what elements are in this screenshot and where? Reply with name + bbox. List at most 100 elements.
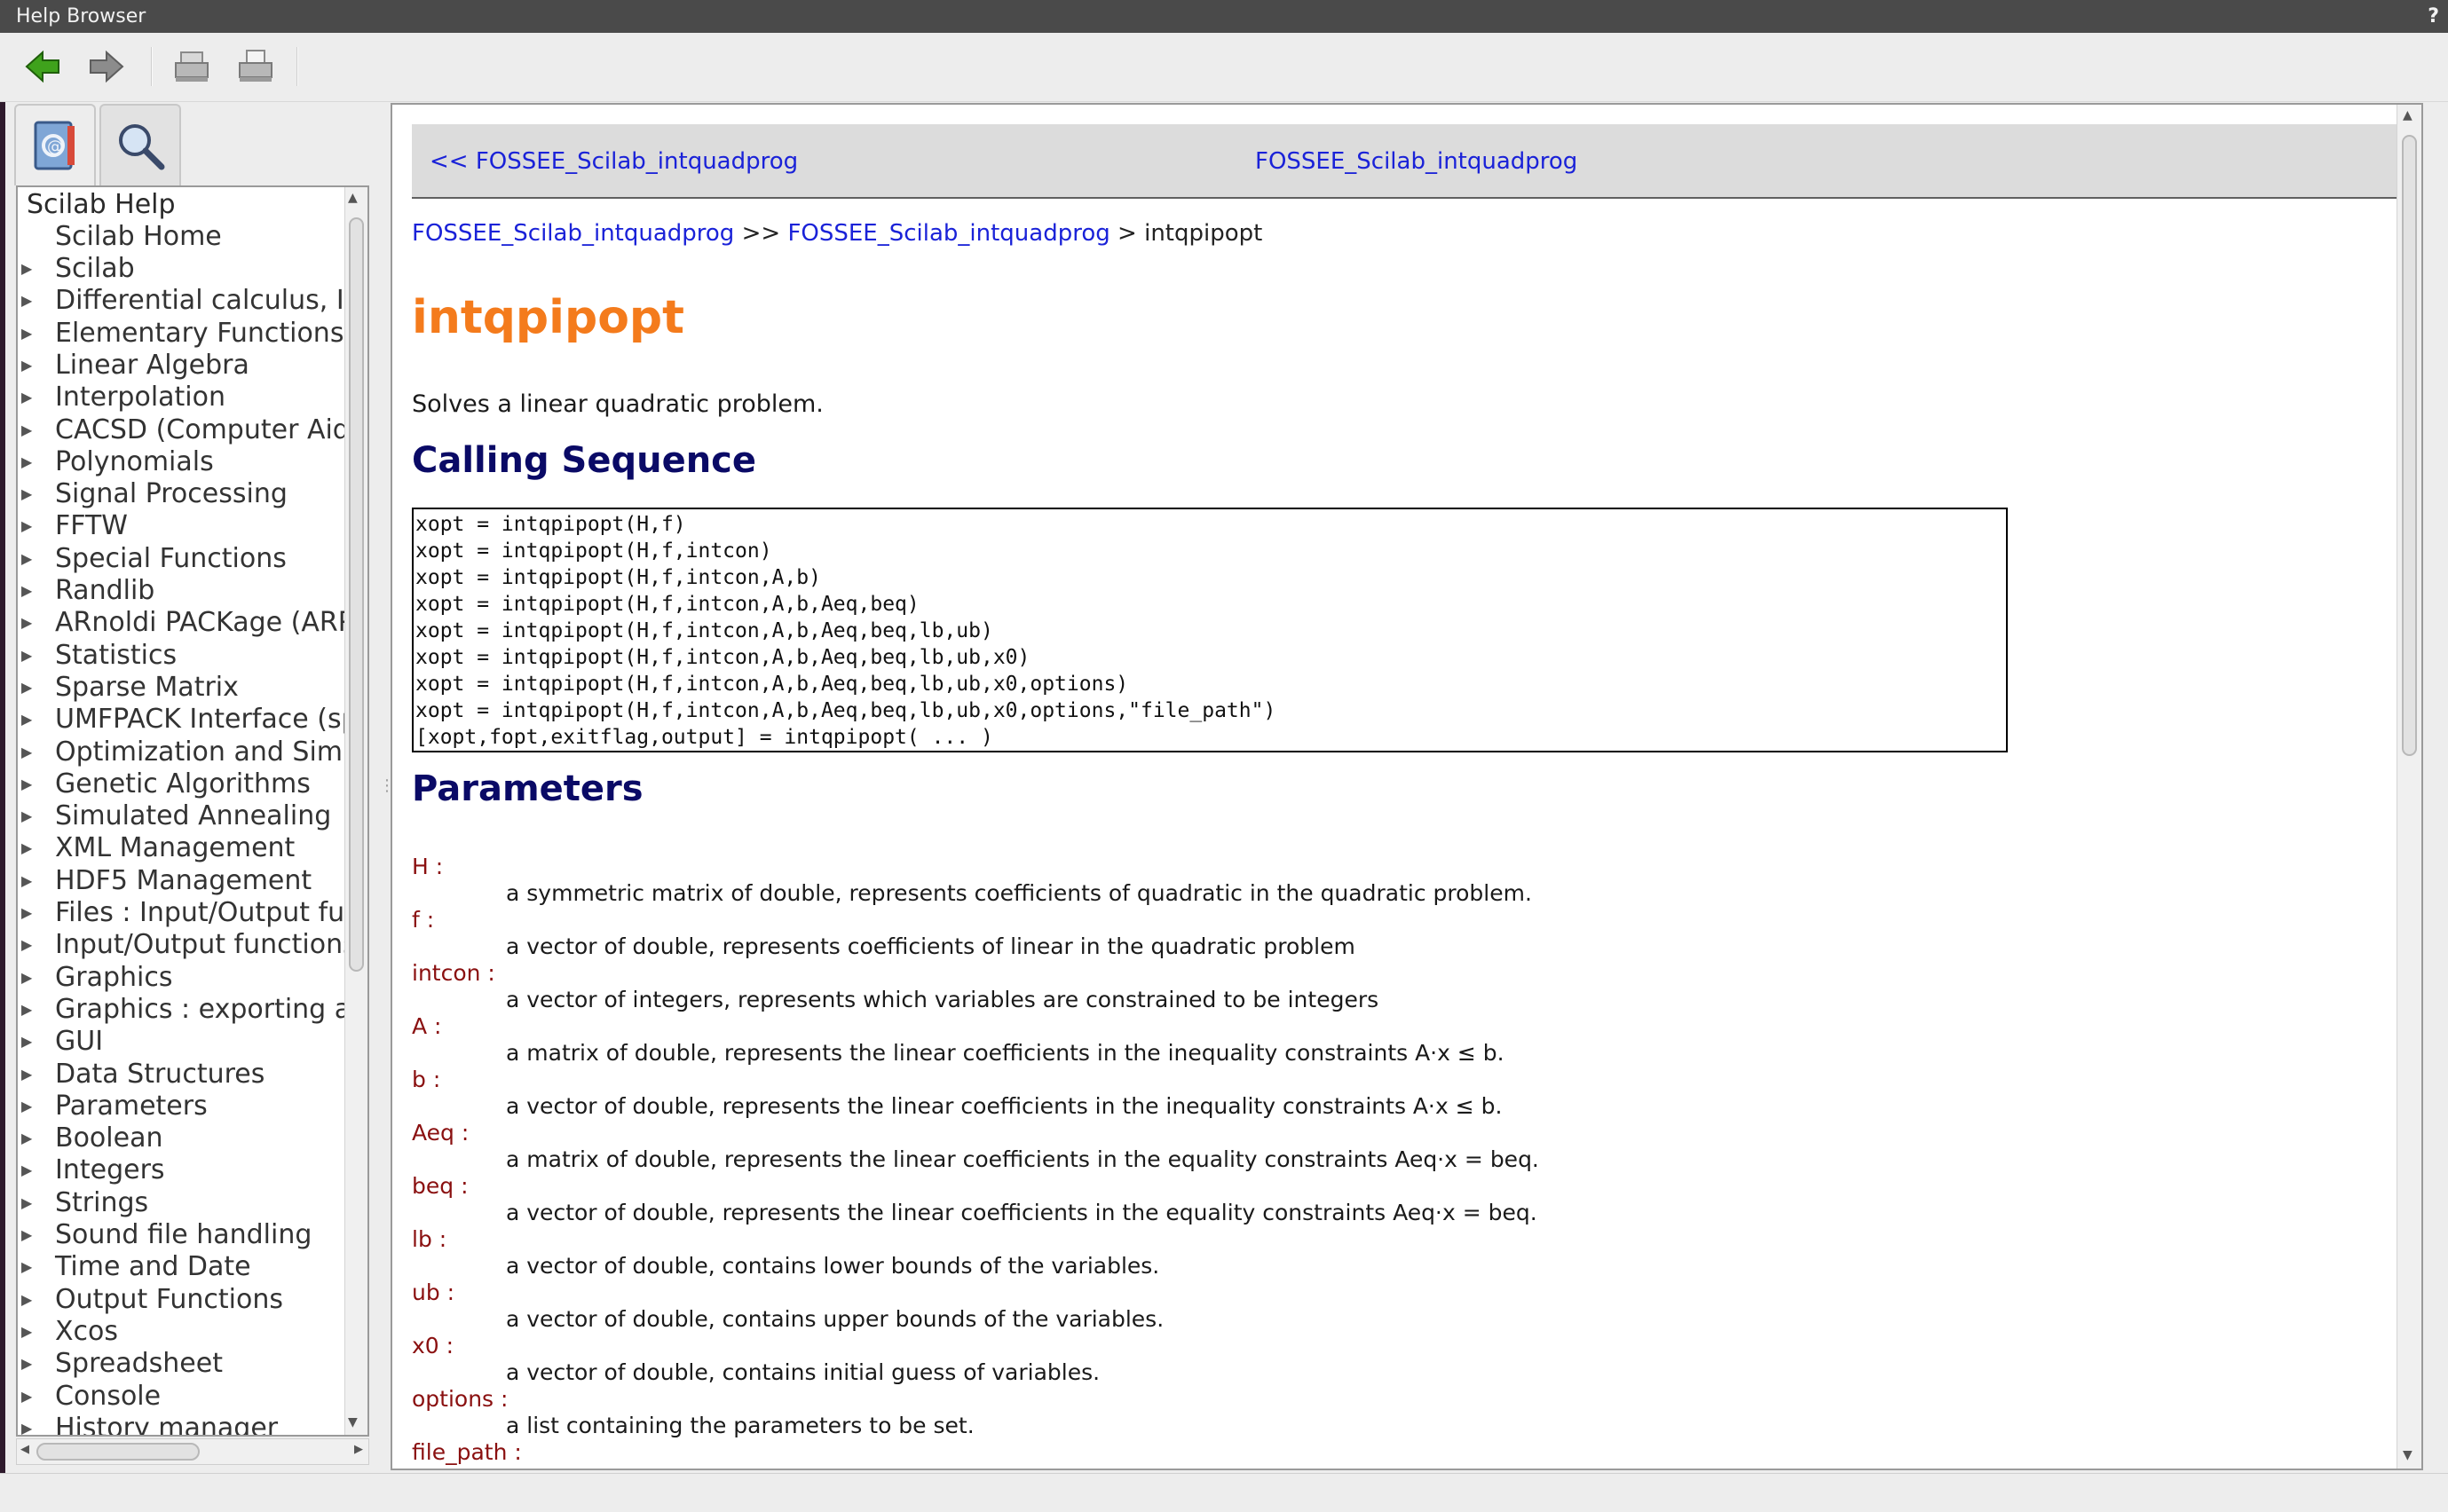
expand-arrow-icon[interactable]: ▶ xyxy=(21,832,32,864)
panel-splitter[interactable]: ⋮ xyxy=(375,102,395,1471)
tree-root[interactable]: Scilab Help xyxy=(27,189,176,221)
parameter-name: A : xyxy=(412,1013,442,1039)
scroll-up-icon[interactable]: ▲ xyxy=(348,191,358,205)
expand-arrow-icon[interactable]: ▶ xyxy=(21,1154,32,1186)
help-tree: Scilab Help Scilab Home ▶ Scilab ▶ Differenti… xyxy=(16,185,369,1437)
expand-arrow-icon[interactable]: ▶ xyxy=(21,414,32,446)
parameter-name: lb : xyxy=(412,1226,447,1252)
parameter-name: options : xyxy=(412,1386,509,1412)
parameter-name: intcon : xyxy=(412,960,495,986)
tree-item-label: Input/Output functions xyxy=(55,929,346,961)
expand-arrow-icon[interactable]: ▶ xyxy=(21,478,32,510)
expand-arrow-icon[interactable]: ▶ xyxy=(21,897,32,929)
scroll-down-icon[interactable]: ▼ xyxy=(348,1415,358,1429)
expand-arrow-icon[interactable]: ▶ xyxy=(21,543,32,575)
tree-item-label: Files : Input/Output func xyxy=(55,897,346,928)
tree-item-label: Genetic Algorithms xyxy=(55,768,311,799)
breadcrumb-link[interactable]: FOSSEE_Scilab_intquadprog xyxy=(412,220,734,247)
content-vertical-scroll-thumb[interactable] xyxy=(2402,135,2417,756)
tree-vertical-scrollbar[interactable]: ▲ ▼ xyxy=(344,187,367,1435)
tree-item-label: Sound file handling xyxy=(55,1219,312,1250)
breadcrumb-separator: >> xyxy=(734,220,788,247)
printer-icon xyxy=(175,51,209,82)
scroll-right-icon[interactable]: ▶ xyxy=(354,1443,363,1456)
parameter-description: a vector of double, contains initial gue… xyxy=(506,1359,1101,1385)
expand-arrow-icon[interactable]: ▶ xyxy=(21,768,32,800)
print-button[interactable] xyxy=(167,43,217,90)
code-line: xopt = intqpipopt(H,f) xyxy=(415,513,686,536)
window-help-button[interactable]: ? xyxy=(2428,0,2439,33)
previous-page-link[interactable]: << FOSSEE_Scilab_intquadprog xyxy=(430,124,798,199)
tree-horizontal-scroll-thumb[interactable] xyxy=(36,1443,200,1461)
tree-vertical-scroll-thumb[interactable] xyxy=(349,217,364,972)
tree-content: Scilab Help Scilab Home ▶ Scilab ▶ Differenti… xyxy=(18,187,346,1435)
expand-arrow-icon[interactable]: ▶ xyxy=(21,1284,32,1316)
tree-item-label: Randlib xyxy=(55,575,155,606)
expand-arrow-icon[interactable]: ▶ xyxy=(21,382,32,413)
expand-arrow-icon[interactable]: ▶ xyxy=(21,1026,32,1058)
expand-arrow-icon[interactable]: ▶ xyxy=(21,446,32,478)
help-content-pane: << FOSSEE_Scilab_intquadprog FOSSEE_Scil… xyxy=(391,103,2423,1470)
scroll-left-icon[interactable]: ◀ xyxy=(20,1443,29,1456)
expand-arrow-icon[interactable]: ▶ xyxy=(21,1348,32,1380)
expand-arrow-icon[interactable]: ▶ xyxy=(21,1091,32,1122)
tree-item-label: Polynomials xyxy=(55,445,214,477)
expand-arrow-icon[interactable]: ▶ xyxy=(21,1381,32,1413)
parameter-name: H : xyxy=(412,854,444,879)
toolbar xyxy=(0,33,2448,102)
tree-item-label: Differential calculus, Inte xyxy=(55,285,346,317)
parameter-name: Aeq : xyxy=(412,1120,470,1146)
content-vertical-scrollbar[interactable]: ▲ ▼ xyxy=(2397,105,2421,1469)
expand-arrow-icon[interactable]: ▶ xyxy=(21,285,32,317)
forward-arrow-icon xyxy=(90,50,124,83)
expand-arrow-icon[interactable]: ▶ xyxy=(21,865,32,897)
page-setup-button[interactable] xyxy=(231,43,280,90)
scroll-up-icon[interactable]: ▲ xyxy=(2403,108,2412,122)
title-bar: Help Browser ? xyxy=(0,0,2448,33)
code-line: xopt = intqpipopt(H,f,intcon,A,b,Aeq,beq… xyxy=(415,646,1031,669)
expand-arrow-icon[interactable]: ▶ xyxy=(21,1219,32,1251)
breadcrumb-separator: > xyxy=(1109,220,1145,247)
tab-search[interactable] xyxy=(99,104,181,185)
tree-item-label: Special Functions xyxy=(55,542,287,574)
expand-arrow-icon[interactable]: ▶ xyxy=(21,640,32,672)
breadcrumb-link[interactable]: FOSSEE_Scilab_intquadprog xyxy=(787,220,1109,247)
expand-arrow-icon[interactable]: ▶ xyxy=(21,962,32,994)
expand-arrow-icon[interactable]: ▶ xyxy=(21,800,32,832)
expand-arrow-icon[interactable]: ▶ xyxy=(21,1187,32,1219)
expand-arrow-icon[interactable]: ▶ xyxy=(21,704,32,736)
expand-arrow-icon[interactable]: ▶ xyxy=(21,1122,32,1154)
expand-arrow-icon[interactable]: ▶ xyxy=(21,350,32,382)
expand-arrow-icon[interactable]: ▶ xyxy=(21,575,32,607)
calling-sequence-code: xopt = intqpipopt(H,f) xopt = intqpipopt(… xyxy=(412,508,2008,752)
tree-item-label: Linear Algebra xyxy=(55,349,249,381)
expand-arrow-icon[interactable]: ▶ xyxy=(21,253,32,285)
back-button[interactable] xyxy=(18,43,67,90)
tree-item-label: UMFPACK Interface (spa xyxy=(55,704,346,736)
tree-item-label: XML Management xyxy=(55,832,296,864)
parameter-description: a symmetric matrix of double, represents… xyxy=(506,880,1532,906)
parent-page-link[interactable]: FOSSEE_Scilab_intquadprog xyxy=(1255,124,1577,199)
expand-arrow-icon[interactable]: ▶ xyxy=(21,510,32,542)
parameter-description: a vector of double, represents the linea… xyxy=(506,1093,1503,1119)
parameter-name: x0 : xyxy=(412,1333,454,1358)
expand-arrow-icon[interactable]: ▶ xyxy=(21,736,32,768)
expand-arrow-icon[interactable]: ▶ xyxy=(21,1059,32,1091)
expand-arrow-icon[interactable]: ▶ xyxy=(21,929,32,961)
tree-item-label: HDF5 Management xyxy=(55,864,312,896)
tree-item-label: Signal Processing xyxy=(55,478,288,510)
back-arrow-icon xyxy=(25,50,59,83)
forward-button[interactable] xyxy=(82,43,131,90)
scroll-down-icon[interactable]: ▼ xyxy=(2403,1448,2412,1462)
tab-help-contents[interactable]: @ xyxy=(14,104,96,185)
tree-horizontal-scrollbar[interactable]: ◀ ▶ xyxy=(16,1438,369,1465)
expand-arrow-icon[interactable]: ▶ xyxy=(21,1316,32,1348)
window-title: Help Browser xyxy=(16,5,146,28)
expand-arrow-icon[interactable]: ▶ xyxy=(21,1251,32,1283)
tree-item-label: Time and Date xyxy=(55,1251,251,1283)
expand-arrow-icon[interactable]: ▶ xyxy=(21,318,32,350)
expand-arrow-icon[interactable]: ▶ xyxy=(21,607,32,639)
expand-arrow-icon[interactable]: ▶ xyxy=(21,1413,32,1435)
expand-arrow-icon[interactable]: ▶ xyxy=(21,994,32,1026)
expand-arrow-icon[interactable]: ▶ xyxy=(21,672,32,704)
